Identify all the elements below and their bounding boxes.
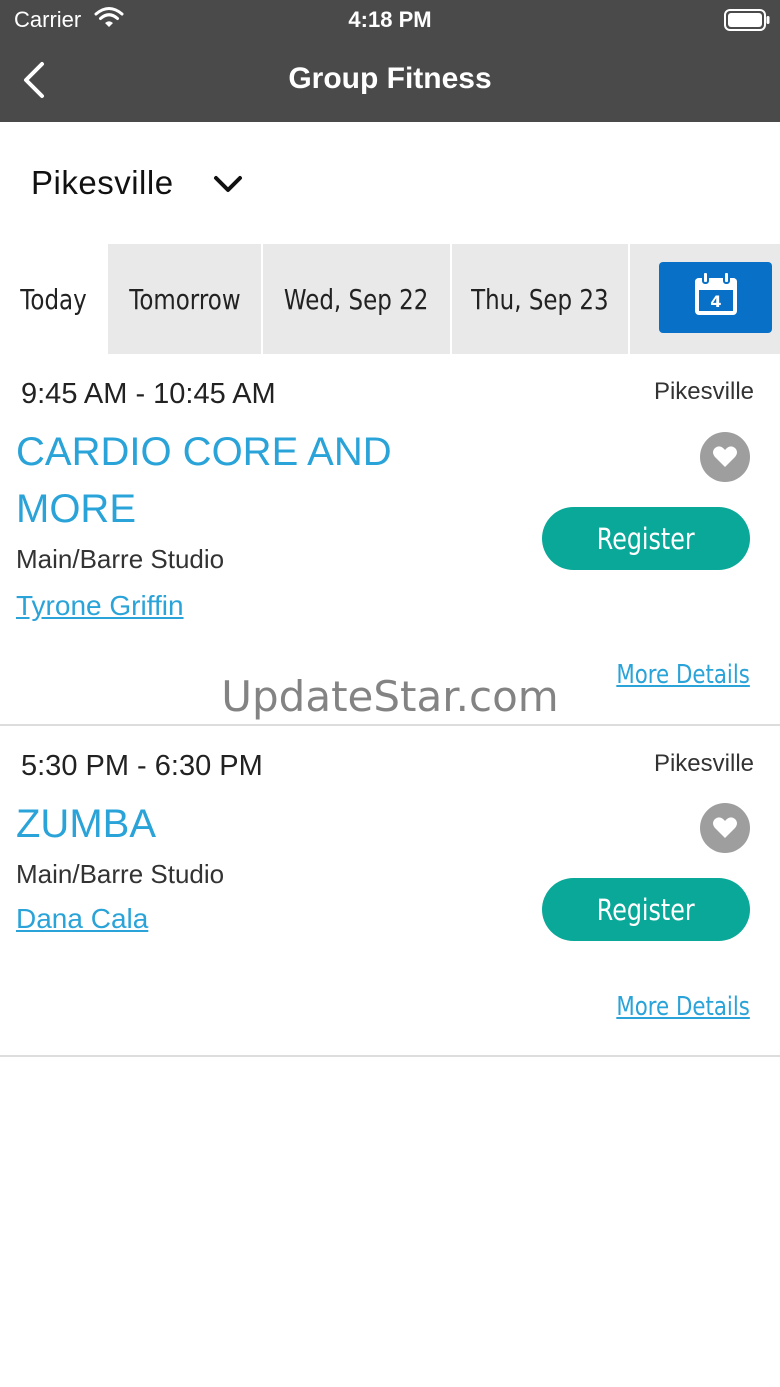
location-selector[interactable]: Pikesville [0,122,780,244]
tab-label: Today [19,282,87,316]
class-time: 5:30 PM - 6:30 PM [21,750,263,782]
page-title: Group Fitness [288,62,492,95]
battery-icon [724,9,770,31]
heart-icon [713,817,737,838]
tab-label: Thu, Sep 23 [471,282,609,316]
tab-divider [628,244,630,354]
class-name[interactable]: ZUMBA [16,796,486,853]
calendar-button[interactable]: 4 [659,262,772,333]
clock: 4:18 PM [348,7,432,32]
tab-label: Wed, Sep 22 [284,282,429,316]
more-details-link[interactable]: More Details [616,660,750,690]
tab-thu-sep-23[interactable]: Thu, Sep 23 [452,244,628,354]
chevron-down-icon [214,176,242,192]
register-label: Register [597,892,695,927]
favorite-button[interactable] [700,432,750,482]
class-location: Pikesville [653,378,754,405]
more-details-link[interactable]: More Details [616,992,750,1022]
tab-label: Tomorrow [128,282,241,316]
register-button[interactable]: Register [542,507,750,570]
instructor-link[interactable]: Dana Cala [16,903,148,935]
status-bar: Carrier 4:18 PM [0,0,780,40]
class-time: 9:45 AM - 10:45 AM [21,378,276,410]
favorite-button[interactable] [700,803,750,853]
register-button[interactable]: Register [542,878,750,941]
heart-icon [713,446,737,467]
tab-wed-sep-22[interactable]: Wed, Sep 22 [263,244,450,354]
tab-today[interactable]: Today [0,244,106,354]
calendar-day: 4 [710,292,721,311]
class-card: 9:45 AM - 10:45 AM Pikesville CARDIO COR… [0,354,780,726]
instructor-link[interactable]: Tyrone Griffin [16,590,184,622]
class-room: Main/Barre Studio [16,859,225,889]
register-label: Register [597,521,695,556]
class-room: Main/Barre Studio [16,544,225,574]
location-name: Pikesville [31,164,174,201]
class-name[interactable]: CARDIO CORE AND MORE [16,424,486,538]
class-location: Pikesville [653,750,754,777]
class-card: 5:30 PM - 6:30 PM Pikesville ZUMBA Main/… [0,726,780,1057]
nav-bar: Group Fitness [0,40,780,122]
tab-tomorrow[interactable]: Tomorrow [108,244,261,354]
calendar-icon: 4 [695,271,737,315]
date-tabs: Today Tomorrow Wed, Sep 22 Thu, Sep 23 4 [0,244,780,354]
